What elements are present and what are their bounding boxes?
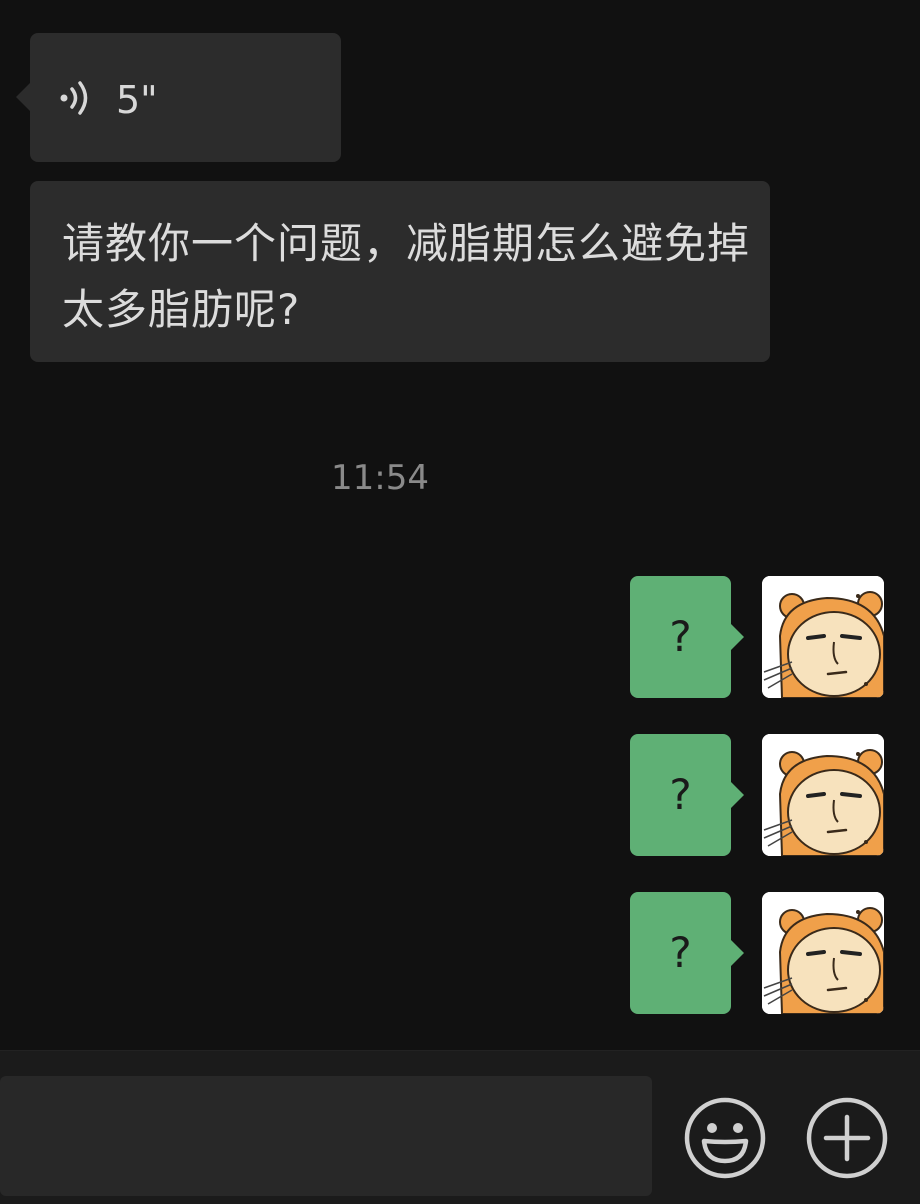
cartoon-bear-hood-avatar [762, 576, 884, 698]
chat-screen: 5" 请教你一个问题，减脂期怎么避免掉太多脂肪呢? 11:54 ? ? ? [0, 0, 920, 1204]
outgoing-bubble[interactable]: ? [630, 892, 744, 1014]
outgoing-bubble[interactable]: ? [630, 734, 744, 856]
voice-duration: 5" [116, 78, 158, 122]
emoji-icon[interactable] [682, 1095, 768, 1181]
outgoing-message: ? [0, 892, 920, 1014]
outgoing-message: ? [0, 576, 920, 698]
outgoing-text: ? [669, 770, 692, 819]
input-bar [0, 1050, 920, 1204]
outgoing-text: ? [669, 928, 692, 977]
voice-wave-icon [60, 81, 88, 115]
outgoing-text: ? [669, 612, 692, 661]
outgoing-bubble[interactable]: ? [630, 576, 744, 698]
user-avatar[interactable] [762, 576, 884, 698]
plus-icon[interactable] [804, 1095, 890, 1181]
incoming-text-bubble[interactable]: 请教你一个问题，减脂期怎么避免掉太多脂肪呢? [30, 181, 770, 362]
cartoon-bear-hood-avatar [762, 892, 884, 1014]
incoming-text: 请教你一个问题，减脂期怎么避免掉太多脂肪呢? [62, 219, 751, 334]
message-timestamp: 11:54 [331, 458, 429, 498]
outgoing-message: ? [0, 734, 920, 856]
message-list[interactable]: 5" 请教你一个问题，减脂期怎么避免掉太多脂肪呢? 11:54 ? ? ? [0, 0, 920, 1050]
user-avatar[interactable] [762, 734, 884, 856]
message-input[interactable] [0, 1076, 652, 1196]
cartoon-bear-hood-avatar [762, 734, 884, 856]
user-avatar[interactable] [762, 892, 884, 1014]
